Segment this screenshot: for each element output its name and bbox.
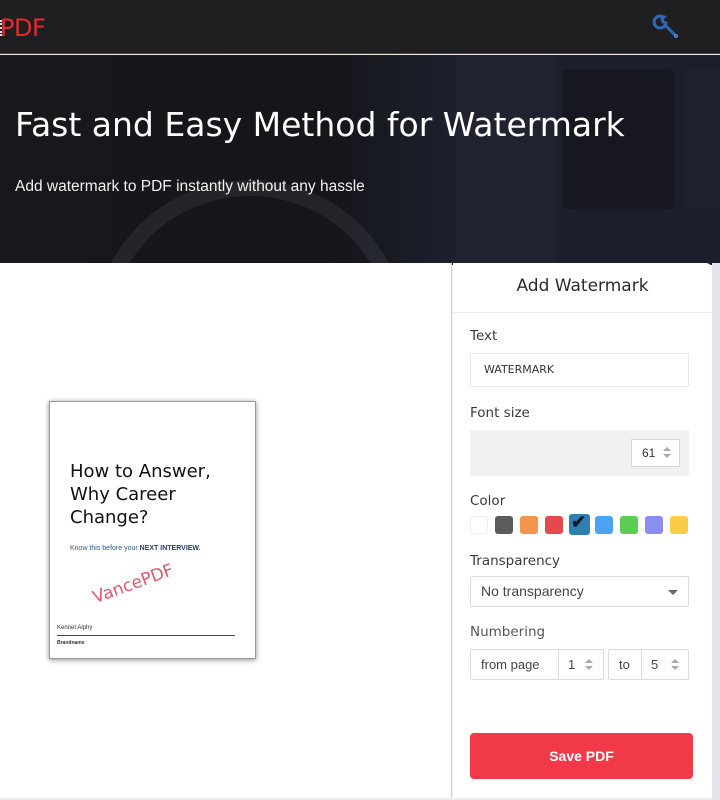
document-subtitle-text: Know this before your: [70, 545, 140, 552]
watermark-settings-panel: Add Watermark Text WATERMARK Font size 6…: [453, 263, 712, 798]
font-size-input[interactable]: 61: [631, 439, 680, 467]
color-swatch-steel-blue[interactable]: ✔: [569, 512, 590, 535]
hero-subtitle: Add watermark to PDF instantly without a…: [15, 178, 365, 195]
pdf-page-thumbnail[interactable]: How to Answer, Why Career Change? Know t…: [49, 401, 256, 659]
from-page-spinner-icon[interactable]: [584, 658, 594, 672]
hero-banner: Fast and Easy Method for Watermark Add w…: [0, 55, 720, 265]
hero-bg-window: [682, 69, 720, 209]
checkmark-icon: ✔: [571, 512, 587, 532]
color-swatch-light-blue[interactable]: [595, 516, 613, 534]
hero-bg-pillar: [455, 55, 555, 265]
hero-title: Fast and Easy Method for Watermark: [15, 105, 625, 144]
document-divider: [57, 635, 235, 636]
color-swatch-dark-gray[interactable]: [495, 516, 513, 534]
color-swatch-green[interactable]: [620, 516, 638, 534]
transparency-value: No transparency: [481, 583, 584, 599]
to-page-spinner-icon[interactable]: [670, 658, 680, 672]
document-title-line: Change?: [70, 507, 149, 528]
color-swatch-lavender[interactable]: [645, 516, 663, 534]
document-title-line: Why Career: [70, 484, 176, 505]
to-page-input[interactable]: 5: [651, 650, 658, 679]
color-label: Color: [470, 493, 506, 509]
transparency-label: Transparency: [470, 553, 561, 569]
font-size-spinner-icon[interactable]: [662, 446, 672, 460]
watermark-text: VancePDF: [90, 560, 177, 608]
watermark-text-input[interactable]: WATERMARK: [470, 353, 689, 387]
document-brand: Brandname: [57, 640, 85, 646]
color-swatches: ✔: [470, 512, 692, 538]
numbering-label: Numbering: [470, 624, 546, 640]
document-subtitle-bold: NEXT INTERVIEW.: [139, 545, 201, 552]
transparency-select[interactable]: No transparency: [470, 576, 689, 607]
page-edge: [712, 263, 720, 800]
to-label: to: [619, 657, 630, 672]
document-subtitle: Know this before your NEXT INTERVIEW.: [70, 545, 201, 552]
divider: [558, 650, 559, 679]
color-swatch-yellow[interactable]: [670, 516, 688, 534]
wrench-icon[interactable]: [650, 12, 682, 42]
divider: [641, 650, 642, 679]
color-swatch-orange[interactable]: [520, 516, 538, 534]
font-size-label: Font size: [470, 405, 530, 421]
top-navbar: PDF: [0, 0, 720, 54]
color-swatch-white[interactable]: [470, 516, 488, 534]
to-page-group: to 5: [608, 649, 689, 680]
document-title: How to Answer, Why Career Change?: [70, 460, 250, 529]
pdf-preview-area: How to Answer, Why Career Change? Know t…: [0, 263, 452, 798]
save-pdf-button[interactable]: Save PDF: [470, 733, 693, 779]
document-author: Kennet Alphy: [57, 625, 93, 631]
document-title-line: How to Answer,: [70, 461, 211, 482]
font-size-value: 61: [642, 446, 656, 460]
logo[interactable]: PDF: [0, 14, 46, 42]
from-page-label: from page: [481, 657, 540, 672]
panel-heading: Add Watermark: [453, 263, 712, 313]
from-page-input[interactable]: 1: [568, 650, 575, 679]
text-label: Text: [470, 328, 498, 344]
from-page-group: from page 1: [470, 649, 604, 680]
chevron-down-icon: [668, 590, 678, 595]
color-swatch-red[interactable]: [545, 516, 563, 534]
font-size-container: 61: [470, 430, 689, 476]
